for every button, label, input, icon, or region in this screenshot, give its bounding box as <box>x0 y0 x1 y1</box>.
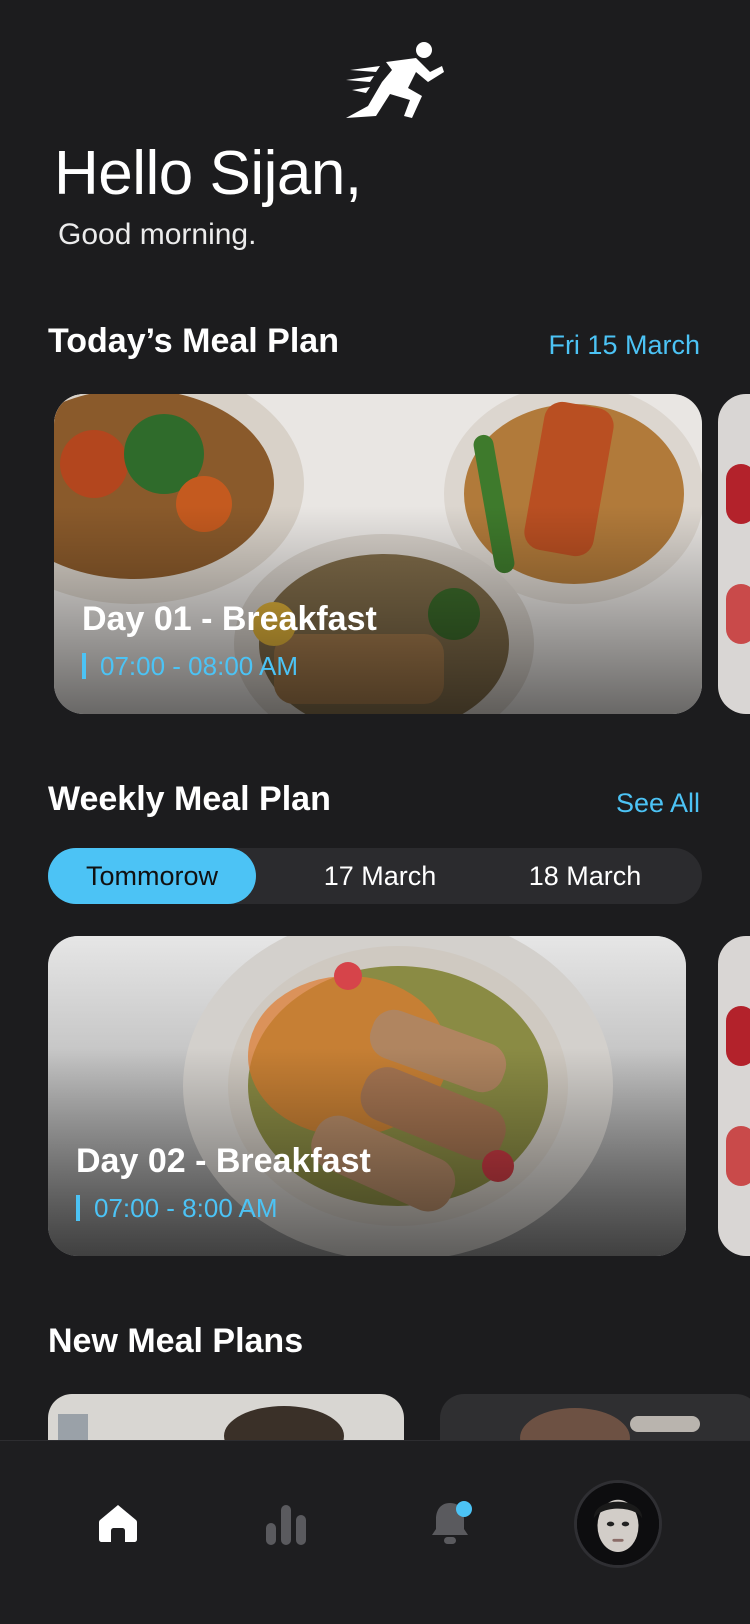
meal-card-time: 07:00 - 08:00 AM <box>82 653 298 679</box>
stats-icon[interactable] <box>264 1501 308 1545</box>
new-meal-plan-card-2[interactable] <box>440 1394 750 1444</box>
weekly-meal-plan-title: Weekly Meal Plan <box>48 780 331 818</box>
meal-card-title: Day 02 - Breakfast <box>76 1142 371 1180</box>
tab-17-march[interactable]: 17 March <box>300 848 460 904</box>
profile-avatar[interactable] <box>574 1480 662 1568</box>
meal-card-time: 07:00 - 8:00 AM <box>76 1195 278 1221</box>
meal-card-day02-breakfast[interactable]: Day 02 - Breakfast 07:00 - 8:00 AM <box>48 936 686 1256</box>
see-all-link[interactable]: See All <box>616 788 700 819</box>
meal-card-title: Day 01 - Breakfast <box>82 600 377 638</box>
meal-card-day01-breakfast[interactable]: Day 01 - Breakfast 07:00 - 08:00 AM <box>54 394 702 714</box>
new-meal-plan-card-1[interactable] <box>48 1394 404 1444</box>
tab-tomorrow[interactable]: Tommorow <box>48 848 256 904</box>
meal-card-next-peek[interactable] <box>718 936 750 1256</box>
greeting-subtitle: Good morning. <box>58 218 257 251</box>
bottom-navigation <box>0 1440 750 1624</box>
greeting-title: Hello Sijan, <box>54 139 362 208</box>
tab-18-march[interactable]: 18 March <box>498 848 672 904</box>
running-man-icon <box>346 42 444 118</box>
home-icon[interactable] <box>98 1503 138 1543</box>
todays-date-link[interactable]: Fri 15 March <box>548 330 700 361</box>
new-meal-plans-title: New Meal Plans <box>48 1322 304 1360</box>
todays-meal-plan-title: Today’s Meal Plan <box>48 322 339 360</box>
notification-badge <box>456 1501 472 1517</box>
weekly-day-tabs: Tommorow 17 March 18 March <box>48 848 702 904</box>
meal-card-next-peek[interactable] <box>718 394 750 714</box>
user-face-icon <box>577 1483 659 1565</box>
